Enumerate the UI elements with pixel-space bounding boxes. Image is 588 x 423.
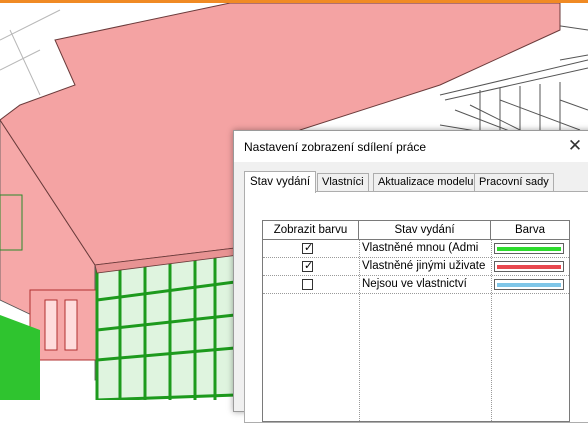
color-swatch[interactable] [494,261,564,272]
column-header-show-color[interactable]: Zobrazit barvu [263,221,359,240]
checkmark-icon: ✓ [304,260,314,272]
tab-status[interactable]: Stav vydání [244,171,317,193]
dialog-titlebar[interactable]: Nastavení zobrazení sdílení práce ✕ [234,131,588,162]
show-color-checkbox[interactable]: ✓ [302,242,314,254]
color-bar [497,265,561,269]
column-header-color[interactable]: Barva [491,221,569,240]
show-color-checkbox[interactable] [302,279,313,290]
tab-worksets[interactable]: Pracovní sady [474,173,554,191]
close-icon[interactable]: ✕ [564,135,586,157]
color-swatch[interactable] [494,279,564,290]
tab-model-updates[interactable]: Aktualizace modelu [373,173,479,191]
worksharing-display-settings-dialog: Nastavení zobrazení sdílení práce ✕ Stav… [233,130,588,423]
color-bar [497,283,561,287]
table-row: Nejsou ve vlastnictví [263,276,569,294]
tab-panel: Zobrazit barvu Stav vydání Barva ✓ Vlast… [244,191,588,423]
dialog-title: Nastavení zobrazení sdílení práce [244,140,427,154]
checkmark-icon: ✓ [304,242,314,254]
color-bar [497,247,561,251]
column-header-status[interactable]: Stav vydání [359,221,491,240]
color-swatch[interactable] [494,243,564,254]
status-table: Zobrazit barvu Stav vydání Barva ✓ Vlast… [262,220,570,422]
table-row: ✓ Vlastněné jinými uživate [263,258,569,276]
status-label: Vlastněné mnou (Admi [362,242,479,254]
status-label: Vlastněné jinými uživate [362,260,486,272]
table-row: ✓ Vlastněné mnou (Admi [263,240,569,258]
show-color-checkbox[interactable]: ✓ [302,260,314,272]
status-label: Nejsou ve vlastnictví [362,278,467,290]
accent-bar [0,0,588,3]
tab-owners[interactable]: Vlastníci [317,173,369,191]
